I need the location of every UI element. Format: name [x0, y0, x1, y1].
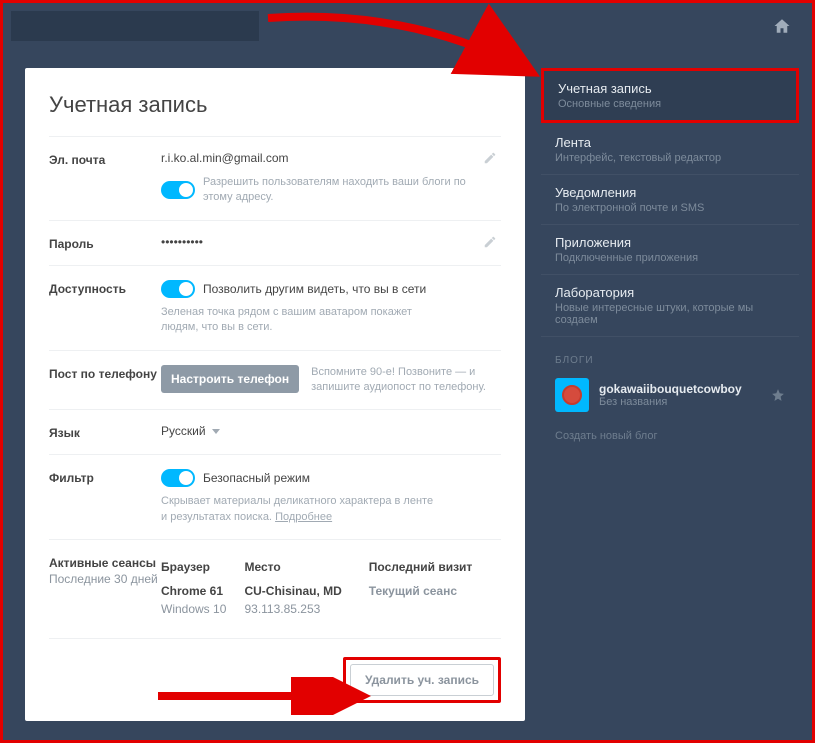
- delete-account-button[interactable]: Удалить уч. запись: [350, 664, 494, 696]
- sidebar-item-lab[interactable]: Лаборатория Новые интересные штуки, кото…: [541, 275, 799, 337]
- blog-item[interactable]: gokawaiibouquetcowboy Без названия: [541, 374, 799, 422]
- create-blog-link[interactable]: Создать новый блог: [541, 422, 799, 450]
- nav-title: Учетная запись: [558, 81, 782, 96]
- header-brand-area: [11, 11, 259, 41]
- label-filter: Фильтр: [49, 469, 161, 525]
- sessions-table: Браузер Место Последний визит Chrome 61 …: [161, 556, 501, 618]
- filter-toggle-text: Безопасный режим: [203, 471, 310, 485]
- col-last: Последний визит: [369, 556, 501, 582]
- password-value: ••••••••••: [161, 235, 501, 249]
- nav-title: Лента: [555, 135, 785, 150]
- email-value: r.i.ko.al.min@gmail.com: [161, 151, 501, 165]
- label-sessions: Активные сеансы Последние 30 дней: [49, 554, 161, 618]
- row-language: Язык Русский: [49, 409, 501, 454]
- nav-sub: Подключенные приложения: [555, 252, 785, 264]
- email-toggle-text: Разрешить пользователям находить ваши бл…: [203, 175, 483, 206]
- nav-title: Приложения: [555, 235, 785, 250]
- sidebar-item-account[interactable]: Учетная запись Основные сведения: [541, 68, 799, 123]
- session-os: Windows 10: [161, 600, 244, 618]
- phone-help: Вспомните 90-е! Позвоните — и запишите а…: [311, 365, 501, 396]
- nav-sub: Основные сведения: [558, 98, 782, 110]
- availability-toggle-text: Позволить другим видеть, что вы в сети: [203, 282, 426, 296]
- session-current: Текущий сеанс: [369, 582, 501, 600]
- sidebar-item-apps[interactable]: Приложения Подключенные приложения: [541, 225, 799, 275]
- row-password: Пароль ••••••••••: [49, 220, 501, 265]
- star-icon[interactable]: [771, 388, 785, 402]
- toggle-safe-mode[interactable]: [161, 469, 195, 487]
- label-password: Пароль: [49, 235, 161, 251]
- row-availability: Доступность Позволить другим видеть, что…: [49, 265, 501, 350]
- filter-more-link[interactable]: Подробнее: [275, 511, 332, 523]
- row-filter: Фильтр Безопасный режим Скрывает материа…: [49, 454, 501, 539]
- settings-card: Учетная запись Эл. почта r.i.ko.al.min@g…: [25, 68, 525, 721]
- label-phone: Пост по телефону: [49, 365, 161, 396]
- col-place: Место: [244, 556, 368, 582]
- nav-title: Лаборатория: [555, 285, 785, 300]
- session-ip: 93.113.85.253: [244, 600, 368, 618]
- setup-phone-button[interactable]: Настроить телефон: [161, 365, 299, 393]
- label-availability: Доступность: [49, 280, 161, 336]
- highlight-delete: Удалить уч. запись: [343, 657, 501, 703]
- col-browser: Браузер: [161, 556, 244, 582]
- delete-zone: Удалить уч. запись: [49, 638, 501, 703]
- toggle-availability[interactable]: [161, 280, 195, 298]
- nav-sub: Интерфейс, текстовый редактор: [555, 152, 785, 164]
- label-email: Эл. почта: [49, 151, 161, 206]
- toggle-email-find[interactable]: [161, 181, 195, 199]
- sidebar-item-notifications[interactable]: Уведомления По электронной почте и SMS: [541, 175, 799, 225]
- nav-sub: По электронной почте и SMS: [555, 202, 785, 214]
- row-email: Эл. почта r.i.ko.al.min@gmail.com Разреш…: [49, 136, 501, 220]
- session-place: CU-Chisinau, MD: [244, 582, 368, 600]
- home-icon[interactable]: [772, 17, 792, 35]
- chevron-down-icon: [212, 429, 220, 434]
- table-header-row: Браузер Место Последний визит: [161, 556, 501, 582]
- session-browser: Chrome 61: [161, 582, 244, 600]
- table-row: Windows 10 93.113.85.253: [161, 600, 501, 618]
- label-language: Язык: [49, 424, 161, 440]
- language-value: Русский: [161, 424, 206, 438]
- row-sessions: Активные сеансы Последние 30 дней Браузе…: [49, 539, 501, 632]
- pencil-icon[interactable]: [483, 235, 497, 249]
- availability-help: Зеленая точка рядом с вашим аватаром пок…: [161, 305, 441, 336]
- row-phone: Пост по телефону Настроить телефон Вспом…: [49, 350, 501, 410]
- avatar: [555, 378, 589, 412]
- language-select[interactable]: Русский: [161, 424, 220, 438]
- blog-name: gokawaiibouquetcowboy: [599, 382, 742, 396]
- pencil-icon[interactable]: [483, 151, 497, 165]
- sidebar-item-feed[interactable]: Лента Интерфейс, текстовый редактор: [541, 125, 799, 175]
- nav-title: Уведомления: [555, 185, 785, 200]
- sidebar: Учетная запись Основные сведения Лента И…: [541, 68, 799, 721]
- page-title: Учетная запись: [49, 92, 501, 118]
- table-row: Chrome 61 CU-Chisinau, MD Текущий сеанс: [161, 582, 501, 600]
- blog-subtitle: Без названия: [599, 396, 742, 408]
- nav-sub: Новые интересные штуки, которые мы созда…: [555, 302, 785, 326]
- blogs-section-label: БЛОГИ: [541, 337, 799, 374]
- filter-help: Скрывает материалы деликатного характера…: [161, 494, 441, 525]
